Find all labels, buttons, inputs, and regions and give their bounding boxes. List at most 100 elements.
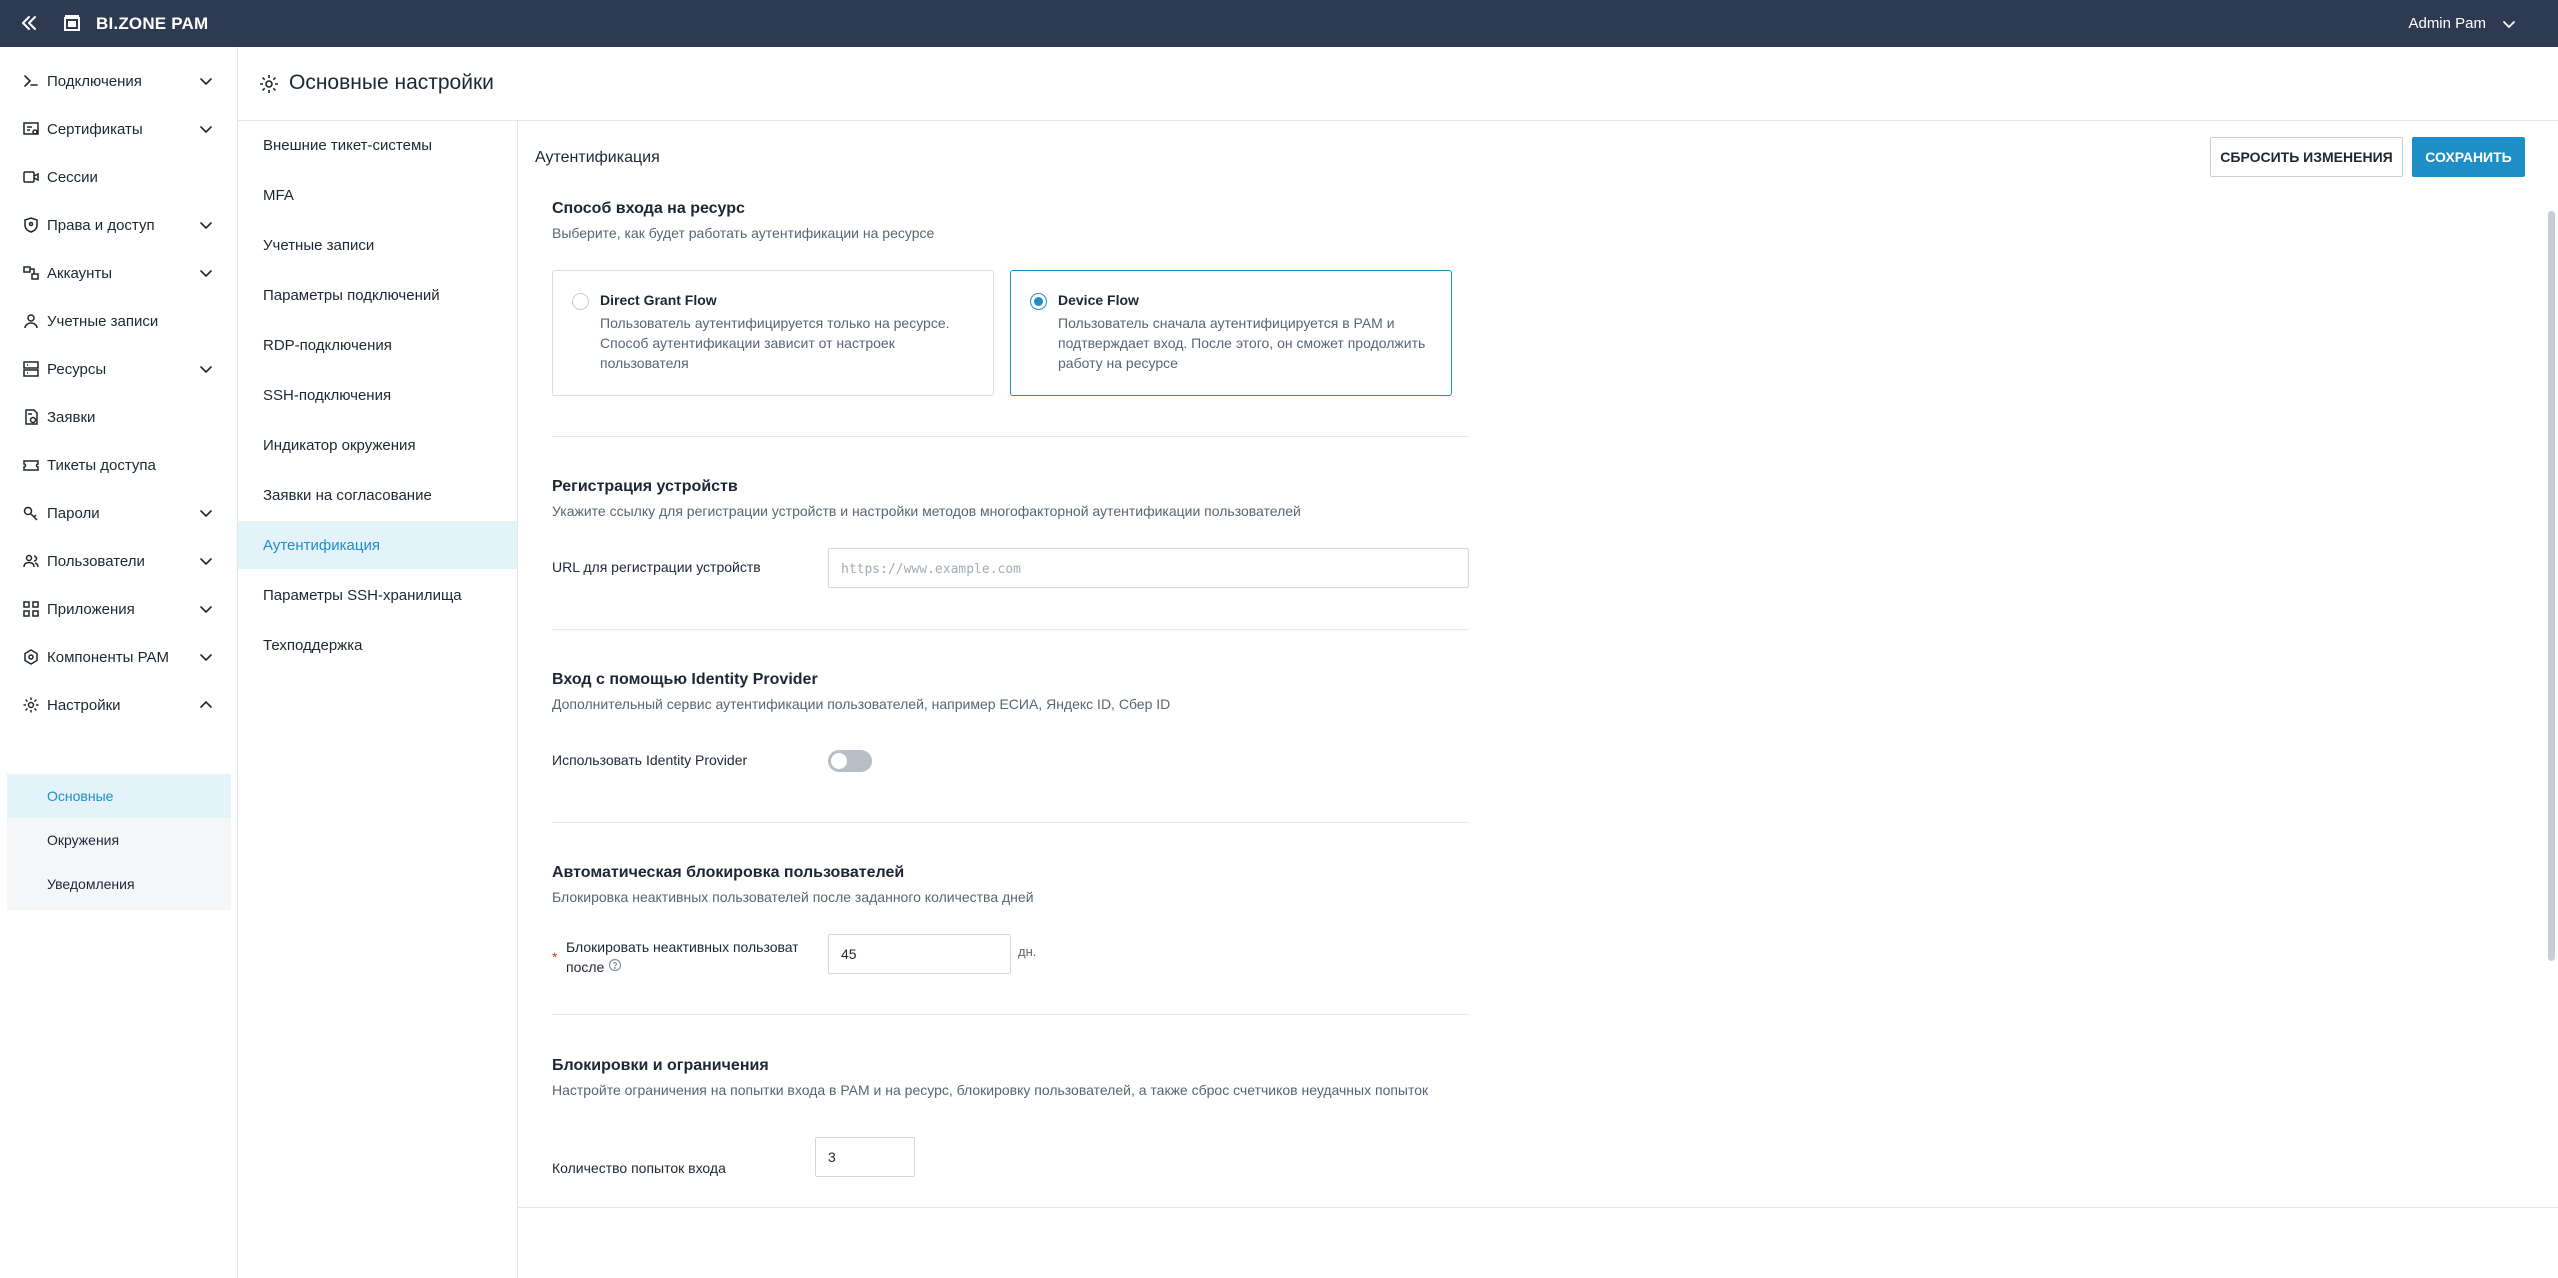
section-item-label: Заявки на согласование [263, 487, 432, 504]
identity-provider-label: Использовать Identity Provider [552, 752, 748, 768]
sidebar-item-accounts[interactable]: Аккаунты [0, 254, 238, 294]
section-description: Выберите, как будет работать аутентифика… [552, 225, 935, 241]
top-bar: BI.ZONE PAM Admin Pam [0, 0, 2558, 47]
section-item-ssh[interactable]: SSH-подключения [238, 371, 517, 419]
certificate-icon [23, 122, 39, 135]
option-description: Пользователь аутентифицируется только на… [600, 315, 950, 371]
key-icon [23, 506, 38, 521]
section-item-env-indicator[interactable]: Индикатор окружения [238, 421, 517, 469]
sidebar-subitem-label: Основные [47, 788, 114, 804]
section-title: Способ входа на ресурс [552, 200, 745, 217]
days-unit: дн. [1018, 944, 1037, 959]
components-icon [24, 649, 38, 665]
radio-button[interactable] [1030, 293, 1047, 310]
section-item-label: Внешние тикет-системы [263, 137, 433, 154]
section-item-support[interactable]: Техподдержка [238, 621, 517, 669]
login-attempts-label: Количество попыток входа [552, 1160, 726, 1176]
content-header: Аутентификация СБРОСИТЬ ИЗМЕНЕНИЯ СОХРАН… [518, 121, 2558, 197]
video-icon [23, 171, 39, 183]
page-title: Основные настройки [289, 71, 494, 94]
identity-provider-toggle[interactable] [828, 750, 872, 772]
section-item-approval-requests[interactable]: Заявки на согласование [238, 471, 517, 519]
chevron-down-icon [200, 222, 212, 230]
sidebar: Подключения Сертификаты Сессии Права и д… [0, 47, 238, 1278]
section-item-label: RDP-подключения [263, 337, 392, 354]
device-registration-url-input[interactable] [828, 548, 1469, 588]
sidebar-item-user-records[interactable]: Учетные записи [0, 302, 238, 342]
sidebar-item-label: Настройки [47, 697, 121, 714]
section-item-authentication[interactable]: Аутентификация [238, 521, 517, 569]
chevron-down-icon [200, 510, 212, 518]
chevron-down-icon [200, 270, 212, 278]
sidebar-item-permissions[interactable]: Права и доступ [0, 206, 238, 246]
section-item-mfa[interactable]: MFA [238, 171, 517, 219]
section-item-rdp[interactable]: RDP-подключения [238, 321, 517, 369]
sidebar-item-label: Аккаунты [47, 265, 113, 282]
section-item-ticket-systems[interactable]: Внешние тикет-системы [238, 121, 517, 169]
section-item-user-records[interactable]: Учетные записи [238, 221, 517, 269]
chevron-down-icon [200, 366, 212, 374]
section-item-ssh-storage[interactable]: Параметры SSH-хранилища [238, 571, 517, 619]
sidebar-subitem-general[interactable]: Основные [7, 774, 231, 818]
section-title: Вход с помощью Identity Provider [552, 671, 818, 688]
sidebar-item-connections[interactable]: Подключения [0, 62, 238, 102]
sidebar-item-label: Сессии [47, 169, 98, 186]
section-description: Укажите ссылку для регистрации устройств… [552, 503, 1301, 519]
settings-submenu: Основные Окружения Уведомления [7, 774, 231, 910]
sidebar-subitem-environments[interactable]: Окружения [7, 818, 231, 862]
sidebar-item-label: Права и доступ [47, 217, 155, 234]
connections-icon [24, 75, 38, 87]
sidebar-item-access-tickets[interactable]: Тикеты доступа [0, 446, 238, 486]
chevron-down-icon [200, 654, 212, 662]
option-description: Пользователь сначала аутентифицируется в… [1058, 315, 1426, 371]
chevron-down-icon[interactable] [2500, 15, 2518, 33]
sidebar-item-users[interactable]: Пользователи [0, 542, 238, 582]
reset-changes-button[interactable]: СБРОСИТЬ ИЗМЕНЕНИЯ [2210, 137, 2403, 177]
help-icon[interactable] [608, 958, 622, 972]
sidebar-item-label: Пользователи [47, 553, 145, 570]
section-item-connection-params[interactable]: Параметры подключений [238, 271, 517, 319]
sidebar-item-requests[interactable]: Заявки [0, 398, 238, 438]
user-name[interactable]: Admin Pam [2408, 15, 2486, 32]
required-marker: * [552, 949, 558, 965]
chevron-down-icon [200, 558, 212, 566]
sidebar-item-certificates[interactable]: Сертификаты [0, 110, 238, 150]
divider [552, 822, 1469, 823]
section-item-label: Индикатор окружения [263, 437, 416, 454]
divider [552, 436, 1469, 437]
shield-icon [24, 217, 38, 233]
sidebar-subitem-label: Окружения [47, 832, 120, 848]
sidebar-item-pam-components[interactable]: Компоненты PAM [0, 638, 238, 678]
radio-button[interactable] [572, 293, 589, 310]
logo-icon [64, 15, 80, 31]
sidebar-item-label: Тикеты доступа [47, 457, 156, 474]
option-direct-grant-flow[interactable]: Direct Grant Flow Пользователь аутентифи… [552, 270, 994, 396]
ticket-icon [23, 460, 39, 471]
sidebar-item-applications[interactable]: Приложения [0, 590, 238, 630]
request-icon [25, 409, 38, 425]
sidebar-item-label: Сертификаты [47, 121, 143, 138]
gear-icon [23, 697, 39, 713]
section-item-label: Аутентификация [263, 537, 380, 554]
divider [552, 629, 1469, 630]
settings-sections-nav: Внешние тикет-системы MFA Учетные записи… [238, 121, 518, 1278]
page-header: Основные настройки [238, 47, 2558, 121]
inactive-days-input[interactable] [828, 934, 1011, 974]
option-device-flow[interactable]: Device Flow Пользователь сначала аутенти… [1010, 270, 1452, 396]
section-item-label: SSH-подключения [263, 387, 392, 404]
inactive-block-label-line1: Блокировать неактивных пользователей [566, 939, 798, 955]
sidebar-item-sessions[interactable]: Сессии [0, 158, 238, 198]
option-title: Device Flow [1058, 292, 1139, 308]
sidebar-item-resources[interactable]: Ресурсы [0, 350, 238, 390]
apps-icon [23, 601, 39, 617]
section-title: Блокировки и ограничения [552, 1057, 769, 1074]
collapse-sidebar-icon[interactable] [18, 12, 40, 34]
section-item-label: Техподдержка [263, 637, 363, 654]
scrollbar-thumb[interactable] [2548, 211, 2555, 961]
sidebar-subitem-notifications[interactable]: Уведомления [7, 862, 231, 906]
sidebar-item-settings[interactable]: Настройки [0, 686, 238, 726]
save-button[interactable]: СОХРАНИТЬ [2412, 137, 2525, 177]
sidebar-item-passwords[interactable]: Пароли [0, 494, 238, 534]
login-attempts-input[interactable] [815, 1137, 915, 1177]
section-item-label: Параметры подключений [263, 287, 440, 304]
